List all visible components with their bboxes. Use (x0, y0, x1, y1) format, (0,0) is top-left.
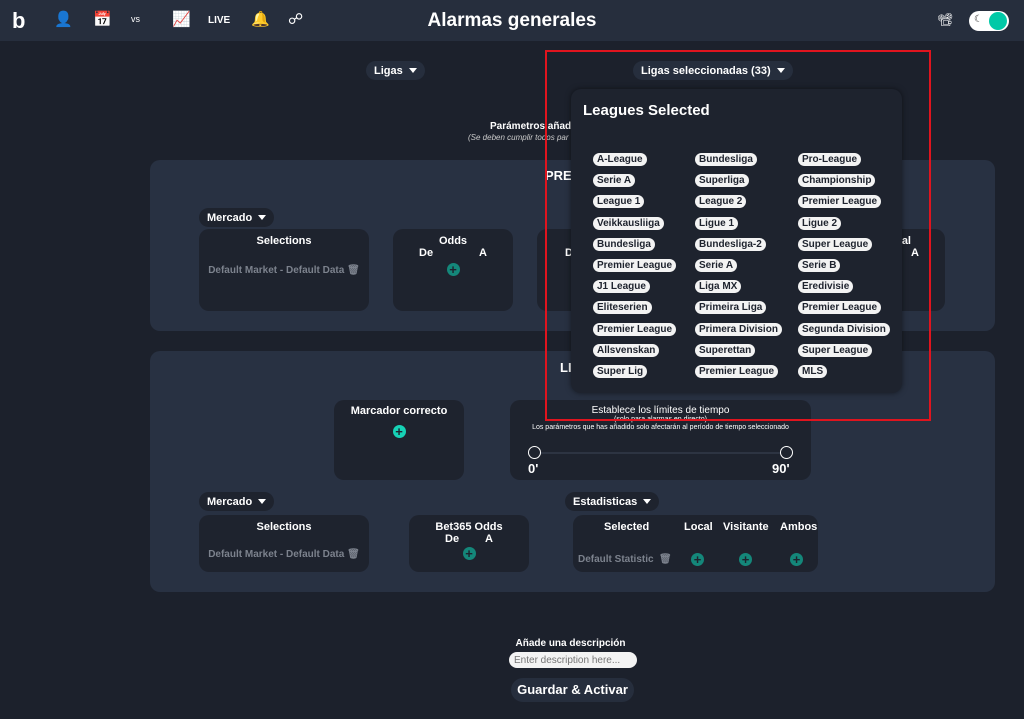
stats-col-selected: Selected (604, 521, 650, 533)
market-dropdown[interactable]: Mercado (199, 208, 275, 227)
time-min: 0' (528, 461, 539, 476)
bet365-odds-card: Bet365 Odds De A + (409, 515, 529, 572)
trash-icon[interactable]: 🗑 (347, 265, 360, 276)
stats-label: Estadisticas (573, 495, 638, 508)
odds-from: De (445, 533, 460, 545)
stats-dropdown[interactable]: Estadisticas (565, 492, 660, 511)
selections-title: Selections (256, 235, 312, 247)
time-sub2: Los parámetros que has añadido solo afec… (532, 424, 789, 431)
theme-toggle[interactable]: ☾ (969, 11, 1009, 31)
odds-to: A (485, 533, 493, 545)
save-activate-button[interactable]: Guardar & Activar (511, 678, 634, 702)
correct-score-title: Marcador correcto (350, 405, 448, 417)
add-score-icon[interactable]: + (392, 425, 406, 438)
live-selections-card: Selections Default Market - Default Data… (199, 515, 369, 572)
selection-item: Default Market - Default Data (208, 549, 345, 560)
trash-icon[interactable]: 🗑 (347, 549, 360, 560)
description-label: Añade una descripción (515, 638, 626, 649)
time-max: 90' (772, 461, 790, 476)
stats-col-local: Local (684, 521, 713, 533)
chevron-down-icon (408, 68, 417, 73)
market-label: Mercado (207, 211, 253, 224)
highlight-box (545, 50, 931, 421)
selections-title: Selections (256, 521, 312, 533)
stats-col-visitante: Visitante (723, 521, 769, 533)
chevron-down-icon (258, 215, 267, 220)
add-visitante-icon[interactable]: + (739, 553, 752, 566)
slider-handle-max[interactable] (780, 446, 793, 459)
correct-score-card: Marcador correcto + (334, 400, 464, 480)
odds-title: Odds (438, 235, 468, 247)
odds-from: De (419, 247, 434, 259)
selection-item: Default Market - Default Data (208, 265, 345, 276)
add-local-icon[interactable]: + (691, 553, 704, 566)
presentation-icon[interactable]: 📽 (937, 12, 954, 28)
page-title: Alarmas generales (427, 10, 597, 31)
stats-card: Selected Local Visitante Ambos Default S… (573, 515, 818, 572)
toggle-knob (989, 12, 1007, 30)
selections-card: Selections Default Market - Default Data… (199, 229, 369, 311)
odds-card: Odds De A + (393, 229, 513, 311)
market-label: Mercado (207, 495, 253, 508)
add-ambos-icon[interactable]: + (790, 553, 803, 566)
chevron-down-icon (643, 499, 652, 504)
slider-handle-min[interactable] (528, 446, 541, 459)
time-slider-track[interactable] (536, 452, 788, 454)
leagues-dropdown[interactable]: Ligas (366, 61, 425, 80)
odds-to: A (479, 247, 487, 259)
description-input[interactable] (509, 652, 637, 668)
moon-icon: ☾ (974, 14, 983, 25)
stats-col-ambos: Ambos (780, 521, 818, 533)
live-market-dropdown[interactable]: Mercado (199, 492, 275, 511)
trash-icon[interactable]: 🗑 (659, 554, 672, 565)
bet365-title: Bet365 Odds (435, 521, 503, 533)
stats-item: Default Statistic (578, 554, 654, 565)
leagues-label: Ligas (374, 64, 403, 77)
chevron-down-icon (258, 499, 267, 504)
add-odds-icon[interactable]: + (446, 263, 460, 276)
add-odds-icon[interactable]: + (462, 547, 476, 560)
